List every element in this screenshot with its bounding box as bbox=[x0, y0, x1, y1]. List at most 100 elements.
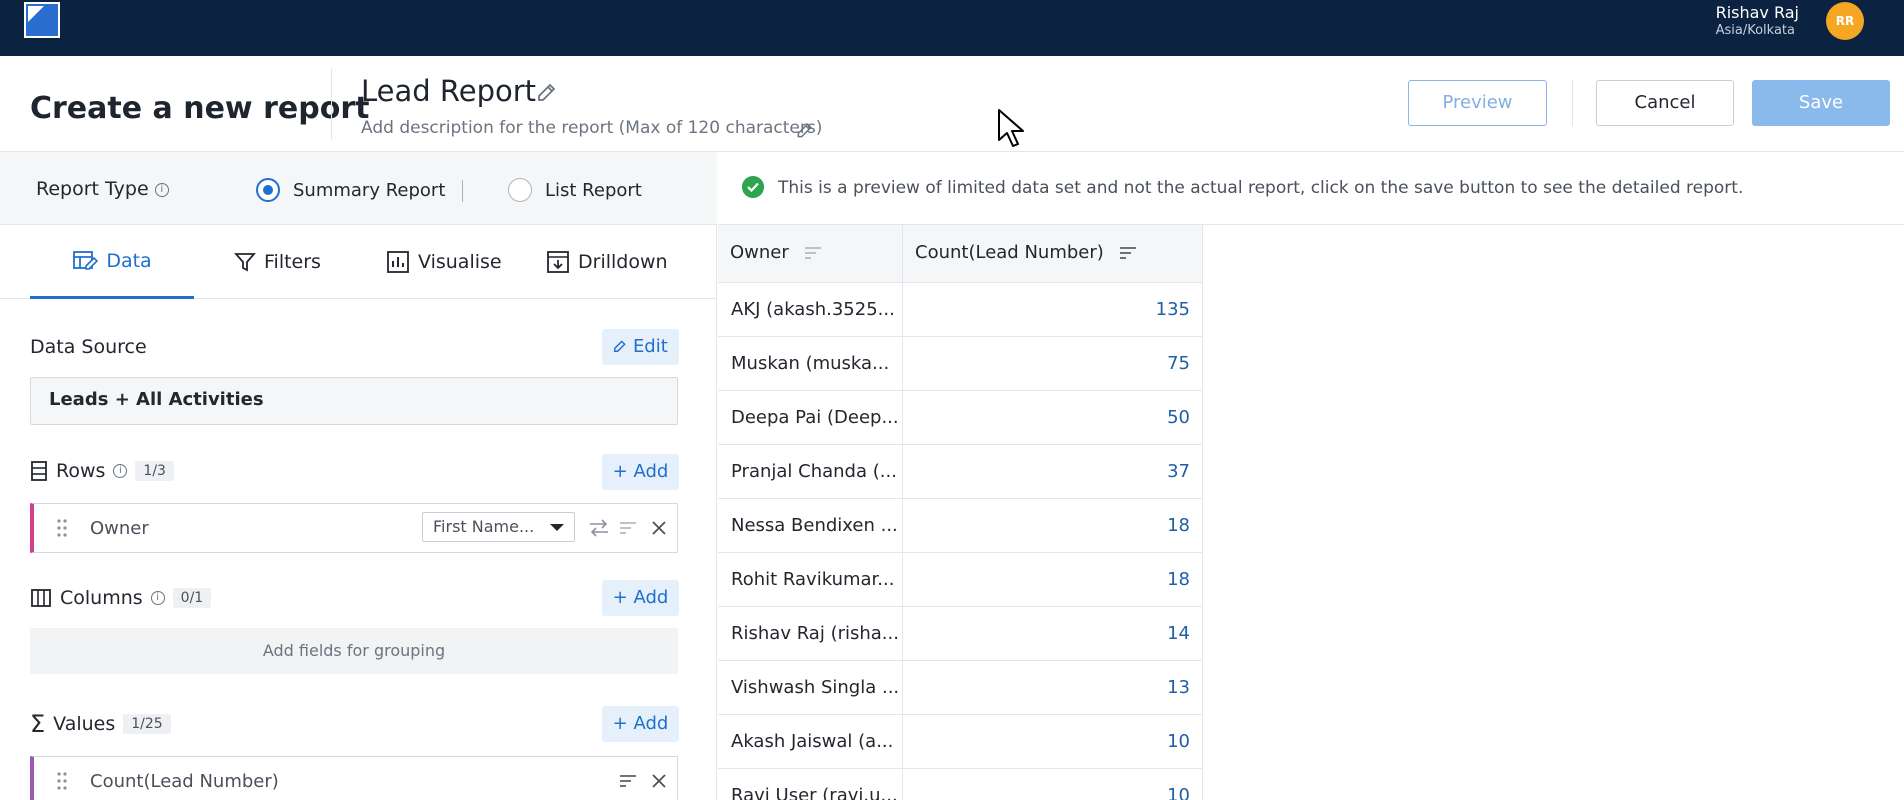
report-header: Create a new report Lead Report Add desc… bbox=[0, 56, 1904, 152]
table-cell-count[interactable]: 50 bbox=[903, 391, 1203, 445]
table-cell-owner[interactable]: Nessa Bendixen ... bbox=[718, 499, 903, 553]
top-nav: Rishav Raj Asia/Kolkata RR bbox=[0, 0, 1904, 56]
report-name[interactable]: Lead Report bbox=[361, 74, 536, 108]
table-cell-owner[interactable]: AKJ (akash.3525... bbox=[718, 283, 903, 337]
info-icon[interactable]: i bbox=[154, 182, 169, 197]
tab-filters[interactable]: Filters bbox=[234, 225, 321, 299]
app-logo[interactable] bbox=[24, 2, 60, 38]
table-cell-count[interactable]: 18 bbox=[903, 499, 1203, 553]
column-header-count[interactable]: Count(Lead Number) bbox=[903, 225, 1203, 283]
table-cell-owner[interactable]: Rohit Ravikumar... bbox=[718, 553, 903, 607]
summary-report-label[interactable]: Summary Report bbox=[293, 180, 445, 201]
table-cell-count[interactable]: 13 bbox=[903, 661, 1203, 715]
values-section-label: Σ Values 1/25 bbox=[30, 710, 171, 738]
swap-icon[interactable] bbox=[588, 518, 610, 538]
filter-icon bbox=[234, 253, 256, 272]
table-cell-count[interactable]: 18 bbox=[903, 553, 1203, 607]
table-cell-count[interactable]: 37 bbox=[903, 445, 1203, 499]
drag-handle-icon[interactable] bbox=[56, 771, 68, 791]
sort-icon[interactable] bbox=[1118, 245, 1138, 261]
table-cell-owner[interactable]: Rishav Raj (risha... bbox=[718, 607, 903, 661]
tab-visualise[interactable]: Visualise bbox=[386, 225, 502, 299]
table-cell-owner[interactable]: Muskan (muska... bbox=[718, 337, 903, 391]
add-value-button[interactable]: + Add bbox=[602, 706, 679, 742]
summary-report-radio[interactable] bbox=[256, 178, 280, 202]
sort-icon[interactable] bbox=[618, 518, 638, 538]
drilldown-icon bbox=[547, 251, 569, 273]
data-source-value[interactable]: Leads + All Activities bbox=[30, 377, 678, 425]
cancel-button[interactable]: Cancel bbox=[1596, 80, 1734, 126]
row-field-owner[interactable]: Owner First Name... bbox=[30, 503, 678, 553]
add-row-button[interactable]: + Add bbox=[602, 454, 679, 490]
column-header-owner[interactable]: Owner bbox=[718, 225, 903, 283]
edit-description-pencil-icon[interactable] bbox=[795, 120, 815, 140]
table-cell-owner[interactable]: Ravi User (ravi.u... bbox=[718, 769, 903, 800]
columns-count-badge: 0/1 bbox=[172, 588, 212, 608]
edit-label: Edit bbox=[632, 336, 668, 357]
rows-label: Rows bbox=[56, 460, 106, 482]
avatar[interactable]: RR bbox=[1826, 2, 1864, 40]
table-cell-count[interactable]: 14 bbox=[903, 607, 1203, 661]
table-cell-count[interactable]: 10 bbox=[903, 769, 1203, 800]
value-field-label: Count(Lead Number) bbox=[90, 771, 279, 792]
table-cell-owner[interactable]: Pranjal Chanda (... bbox=[718, 445, 903, 499]
table-cell-count[interactable]: 10 bbox=[903, 715, 1203, 769]
close-icon[interactable] bbox=[650, 772, 668, 790]
sort-icon[interactable] bbox=[803, 245, 823, 261]
rows-info-icon[interactable]: i bbox=[113, 464, 128, 478]
report-description[interactable]: Add description for the report (Max of 1… bbox=[361, 118, 822, 138]
button-divider bbox=[1572, 80, 1573, 126]
value-field-count[interactable]: Count(Lead Number) bbox=[30, 756, 678, 800]
mouse-cursor-icon bbox=[998, 109, 1024, 147]
row-field-label: Owner bbox=[90, 518, 149, 539]
rows-section-label: Rows i 1/3 bbox=[30, 460, 174, 482]
data-source-label: Data Source bbox=[30, 336, 147, 358]
close-icon[interactable] bbox=[650, 519, 668, 537]
save-button[interactable]: Save bbox=[1752, 80, 1890, 126]
columns-icon bbox=[31, 589, 51, 607]
rows-icon bbox=[31, 461, 47, 481]
user-info[interactable]: Rishav Raj Asia/Kolkata bbox=[1716, 3, 1799, 39]
values-count-badge: 1/25 bbox=[123, 714, 171, 734]
preview-button[interactable]: Preview bbox=[1408, 80, 1547, 126]
config-tabs: Data Filters Visualise Drilldown bbox=[0, 225, 717, 299]
report-type-text: Report Type bbox=[36, 178, 149, 200]
rows-count-badge: 1/3 bbox=[135, 461, 174, 481]
drag-handle-icon[interactable] bbox=[56, 518, 68, 538]
tab-data[interactable]: Data bbox=[30, 225, 194, 299]
add-column-button[interactable]: + Add bbox=[602, 580, 679, 616]
tab-visualise-label: Visualise bbox=[418, 251, 502, 273]
display-field-select[interactable]: First Name... bbox=[422, 512, 575, 542]
table-cell-owner[interactable]: Vishwash Singla ... bbox=[718, 661, 903, 715]
table-cell-owner[interactable]: Akash Jaiswal (a... bbox=[718, 715, 903, 769]
success-check-icon bbox=[742, 176, 764, 198]
edit-name-pencil-icon[interactable] bbox=[535, 80, 559, 104]
data-source-text: Data Source bbox=[30, 336, 147, 358]
header-divider bbox=[331, 68, 332, 140]
owner-header-label: Owner bbox=[730, 242, 789, 263]
columns-info-icon[interactable]: i bbox=[150, 591, 165, 605]
pencil-icon bbox=[614, 340, 626, 352]
tab-drilldown[interactable]: Drilldown bbox=[546, 225, 668, 299]
edit-data-source-button[interactable]: Edit bbox=[602, 329, 679, 365]
values-label: Values bbox=[53, 713, 116, 735]
columns-section-label: Columns i 0/1 bbox=[30, 587, 212, 609]
list-report-label[interactable]: List Report bbox=[545, 180, 642, 201]
table-cell-count[interactable]: 75 bbox=[903, 337, 1203, 391]
display-field-value: First Name... bbox=[433, 517, 535, 536]
tab-data-label: Data bbox=[106, 249, 152, 272]
list-report-radio[interactable] bbox=[508, 178, 532, 202]
sort-icon[interactable] bbox=[618, 771, 638, 791]
table-cell-owner[interactable]: Deepa Pai (Deep... bbox=[718, 391, 903, 445]
data-icon bbox=[73, 250, 99, 270]
tab-filters-label: Filters bbox=[264, 251, 321, 273]
user-name: Rishav Raj bbox=[1715, 3, 1799, 22]
columns-label: Columns bbox=[60, 587, 143, 609]
columns-placeholder[interactable]: Add fields for grouping bbox=[30, 628, 678, 674]
count-header-label: Count(Lead Number) bbox=[915, 242, 1104, 263]
table-cell-count[interactable]: 135 bbox=[903, 283, 1203, 337]
sigma-icon: Σ bbox=[30, 710, 46, 738]
report-type-label: Report Type i bbox=[36, 178, 169, 200]
tab-drilldown-label: Drilldown bbox=[578, 251, 668, 273]
user-timezone: Asia/Kolkata bbox=[1715, 23, 1795, 38]
